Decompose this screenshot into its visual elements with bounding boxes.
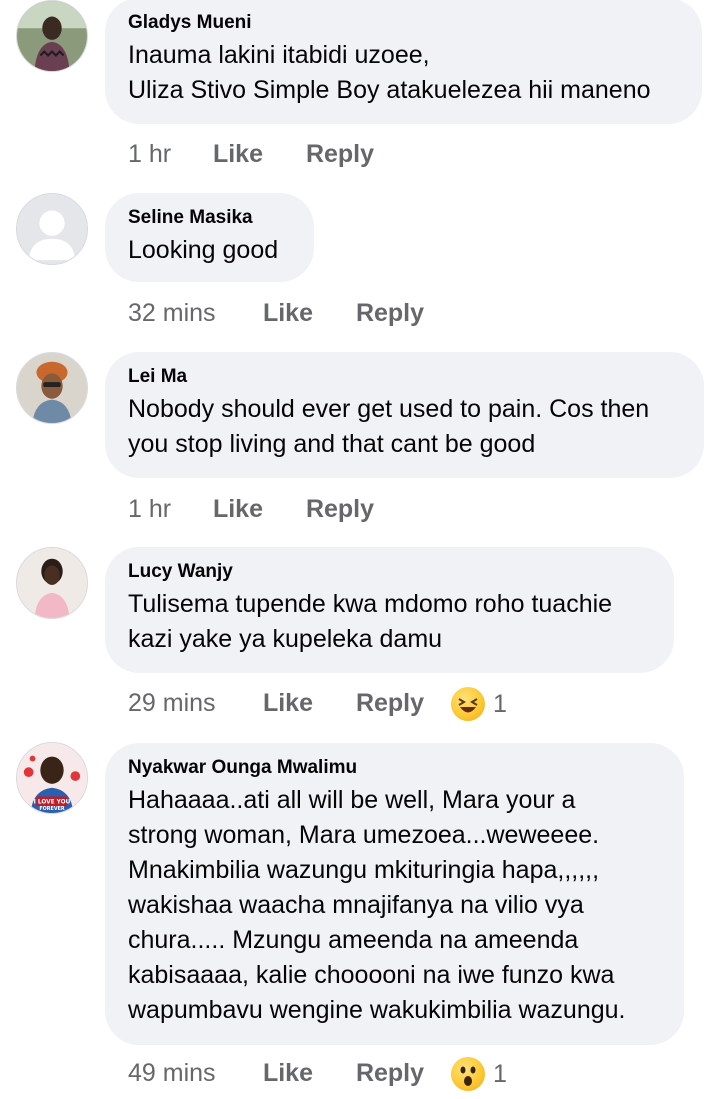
reply-button[interactable]: Reply	[306, 138, 374, 170]
svg-text:FOREVER: FOREVER	[39, 806, 65, 812]
reaction-count: 1	[492, 1059, 507, 1088]
reaction-summary[interactable]: 1	[450, 686, 507, 721]
comment-actions: 29 mins Like Reply 1	[128, 686, 507, 721]
reply-button[interactable]: Reply	[306, 493, 374, 525]
avatar[interactable]	[16, 547, 88, 619]
comment-author[interactable]: Lucy Wanjy	[128, 561, 650, 583]
comment-bubble: Gladys Mueni Inauma lakini itabidi uzoee…	[105, 0, 702, 124]
comment-author[interactable]: Lei Ma	[128, 366, 680, 388]
reaction-count: 1	[492, 689, 507, 718]
comment-time[interactable]: 49 mins	[128, 1057, 256, 1089]
comment-bubble: Lucy Wanjy Tulisema tupende kwa mdomo ro…	[105, 547, 674, 673]
comment-time[interactable]: 1 hr	[128, 493, 206, 525]
wow-emoji-icon	[450, 1056, 485, 1091]
comment-text: Looking good	[128, 236, 279, 264]
comment-actions: 32 mins Like Reply	[128, 296, 424, 328]
comment-actions: 1 hr Like Reply	[128, 492, 374, 524]
like-button[interactable]: Like	[213, 493, 263, 525]
comment-text: Hahaaaa..ati all will be well, Mara your…	[128, 786, 626, 1024]
like-button[interactable]: Like	[263, 297, 313, 329]
like-button[interactable]: Like	[263, 1057, 313, 1089]
reply-button[interactable]: Reply	[356, 297, 424, 329]
avatar[interactable]	[16, 0, 88, 72]
comment-bubble: Lei Ma Nobody should ever get used to pa…	[105, 352, 704, 478]
comment-author[interactable]: Seline Masika	[128, 207, 290, 229]
reaction-summary[interactable]: 1	[450, 1056, 507, 1091]
comment-time[interactable]: 1 hr	[128, 138, 206, 170]
avatar[interactable]	[16, 193, 88, 265]
comment-text: Nobody should ever get used to pain. Cos…	[128, 395, 650, 458]
reply-button[interactable]: Reply	[356, 687, 424, 719]
reply-button[interactable]: Reply	[356, 1057, 424, 1089]
comment-author[interactable]: Gladys Mueni	[128, 12, 678, 34]
comment-bubble: Seline Masika Looking good	[105, 193, 314, 282]
avatar[interactable]	[16, 352, 88, 424]
laughing-emoji-icon	[450, 686, 485, 721]
comment-time[interactable]: 29 mins	[128, 687, 256, 719]
svg-text:I LOVE YOU: I LOVE YOU	[34, 799, 71, 805]
comment-actions: 1 hr Like Reply	[128, 137, 374, 169]
comment-actions: 49 mins Like Reply 1	[128, 1056, 507, 1091]
comment-time[interactable]: 32 mins	[128, 297, 256, 329]
comment-author[interactable]: Nyakwar Ounga Mwalimu	[128, 757, 660, 779]
comment-text: Tulisema tupende kwa mdomo roho tuachie …	[128, 590, 613, 653]
comment-text: Inauma lakini itabidi uzoee, Uliza Stivo…	[128, 41, 651, 104]
like-button[interactable]: Like	[263, 687, 313, 719]
comment-bubble: Nyakwar Ounga Mwalimu Hahaaaa..ati all w…	[105, 743, 684, 1045]
avatar[interactable]: I LOVE YOU FOREVER	[16, 742, 88, 814]
like-button[interactable]: Like	[213, 138, 263, 170]
